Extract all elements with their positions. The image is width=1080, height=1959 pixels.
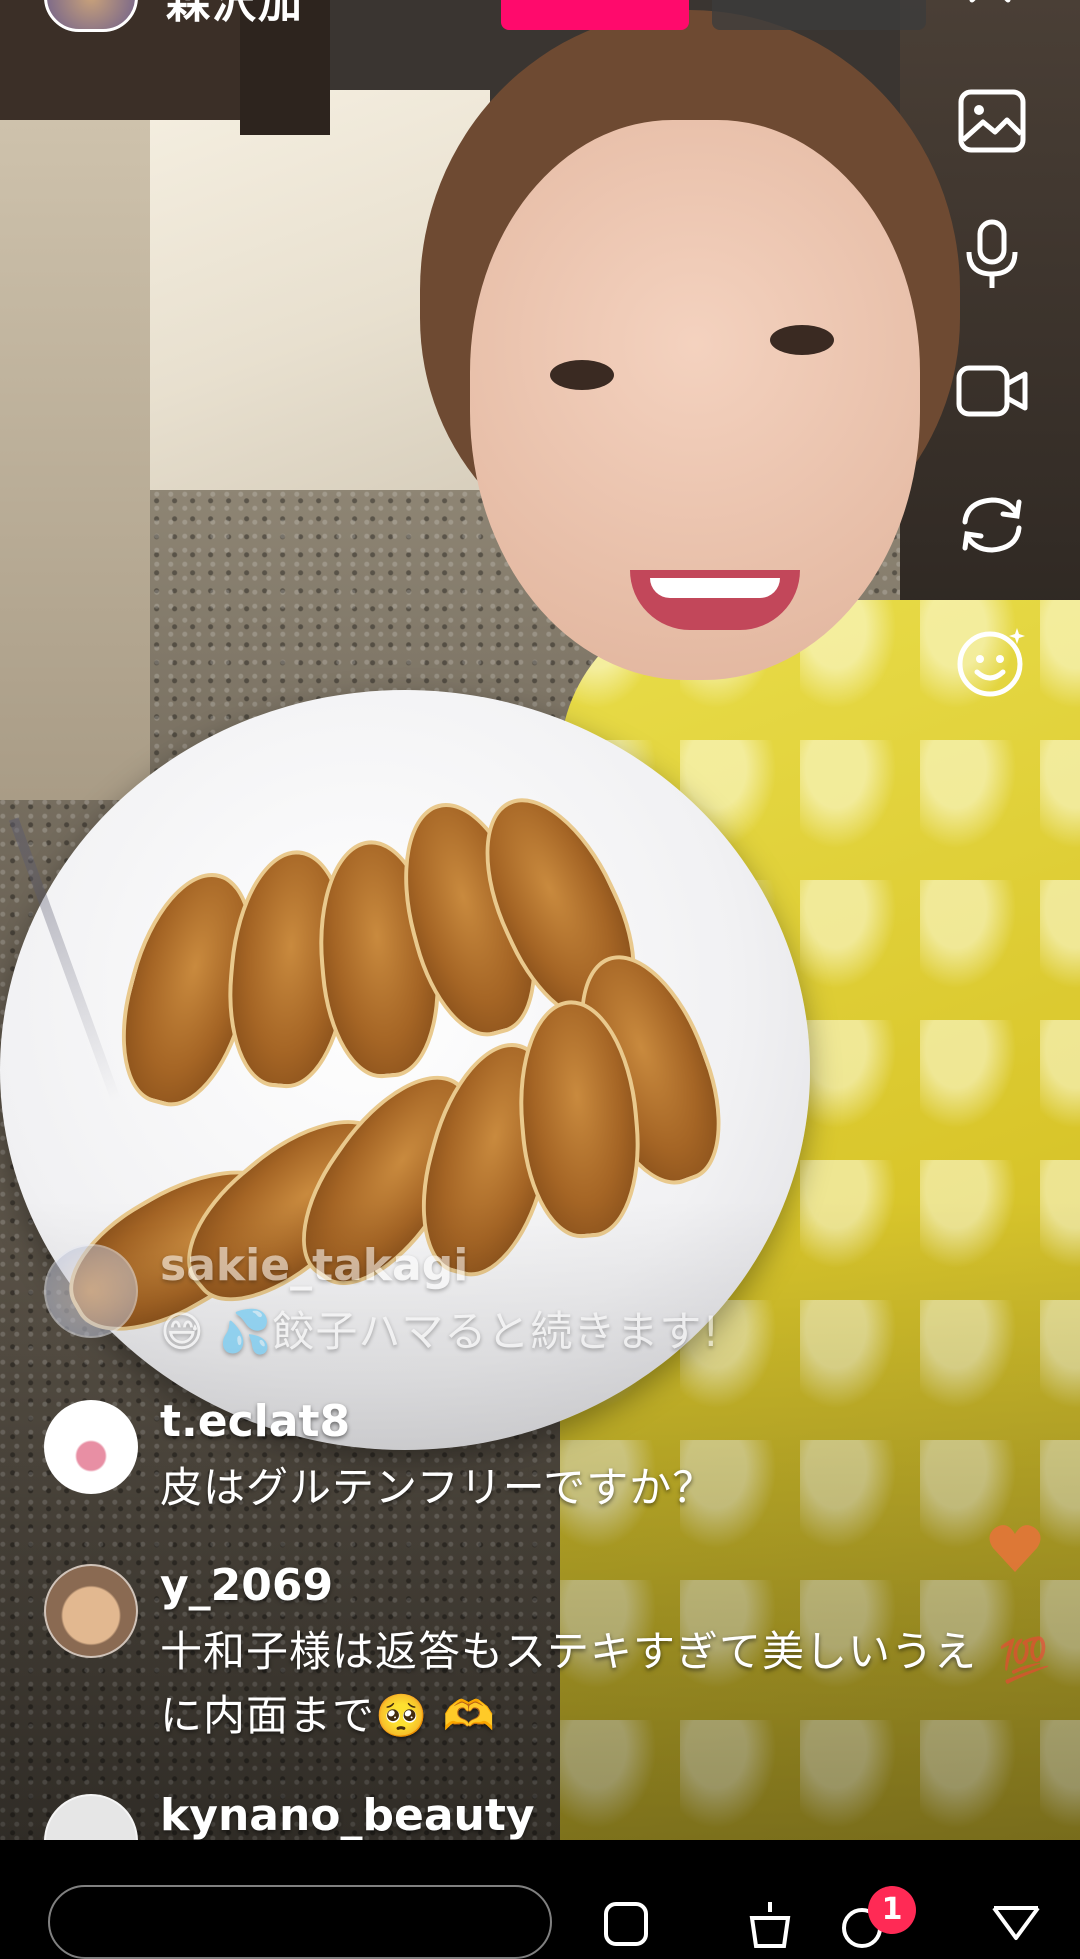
comment-username[interactable]: y_2069	[160, 1560, 333, 1611]
viewer-count-pill[interactable]	[712, 0, 926, 30]
video-camera-icon	[956, 365, 1028, 417]
comment-input[interactable]	[48, 1885, 552, 1959]
host-username[interactable]: 森沢加	[166, 0, 304, 30]
heart-icon	[989, 1525, 1041, 1572]
comment-avatar[interactable]	[44, 1794, 138, 1840]
comment-avatar[interactable]	[44, 1244, 138, 1338]
effects-button[interactable]	[955, 624, 1029, 698]
gallery-icon	[958, 89, 1026, 153]
comment-avatar[interactable]	[44, 1564, 138, 1658]
microphone-button[interactable]	[955, 218, 1029, 292]
comment-username[interactable]: sakie_takagi	[160, 1240, 468, 1291]
comment-item[interactable]: kynano_beauty	[44, 1790, 944, 1840]
video-camera-button[interactable]	[955, 354, 1029, 428]
question-icon[interactable]	[600, 1898, 652, 1950]
notification-badge: 1	[868, 1886, 916, 1934]
hundred-reaction: 💯	[997, 1633, 1053, 1687]
gallery-button[interactable]	[955, 84, 1029, 158]
share-icon[interactable]	[990, 1898, 1042, 1950]
effects-smiley-icon	[957, 628, 1025, 697]
host-eye-left	[550, 360, 614, 390]
comment-item[interactable]: t.eclat8 皮はグルテンフリーですか？	[44, 1396, 944, 1536]
host-eye-right	[770, 325, 834, 355]
marble-wall	[0, 100, 150, 800]
comment-item[interactable]: sakie_takagi 😅 💦餃子ハマると続きます!	[44, 1240, 944, 1360]
live-badge	[501, 0, 689, 30]
host-teeth	[650, 578, 780, 598]
comment-username[interactable]: kynano_beauty	[160, 1790, 535, 1840]
comment-item[interactable]: y_2069 十和子様は返答もステキすぎて美しいうえに内面まで🥺 🫶	[44, 1560, 976, 1760]
close-icon[interactable]	[960, 0, 1020, 14]
flip-camera-button[interactable]	[955, 488, 1029, 562]
comment-text: 十和子様は返答もステキすぎて美しいうえに内面まで🥺 🫶	[160, 1627, 978, 1740]
flip-camera-icon	[962, 497, 1022, 553]
shop-icon[interactable]	[744, 1898, 796, 1950]
microphone-icon	[966, 219, 1018, 288]
comment-username[interactable]: t.eclat8	[160, 1396, 350, 1447]
comment-text: 皮はグルテンフリーですか？	[160, 1463, 716, 1512]
comment-avatar[interactable]	[44, 1400, 138, 1494]
comment-text: 😅 💦餃子ハマると続きます!	[160, 1307, 721, 1356]
